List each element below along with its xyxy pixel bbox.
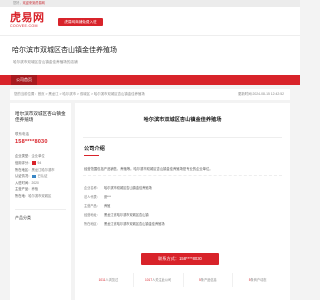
welcome-prefix: 您好， — [13, 1, 23, 5]
info-key: 信用评分： — [15, 161, 32, 165]
product-category-heading: 产品分类 — [15, 214, 31, 220]
logo-sub-text: COOVEE.COM — [10, 24, 38, 28]
detail-value: 养殖 — [104, 204, 111, 208]
shop-title: 哈尔滨市双城区杏山镇金佳养殖场 — [12, 47, 117, 54]
detail-key: 所在地区： — [84, 222, 100, 226]
company-intro-text: 经营范围包括产品销售、养殖等。哈尔滨市双城区杏山镇金佳养殖场是专业的企业单位。 — [84, 167, 213, 171]
main-company-title: 哈尔滨市双城区杏山镇金佳养殖场 — [143, 117, 222, 123]
company-stats: 1011人浏览过 1017人关注此公司 5条产品信息 5条商户动态 — [84, 273, 282, 287]
info-row-joined: 入驻时间：2020 — [15, 180, 71, 187]
verified-badge-icon — [32, 174, 37, 179]
phone-number[interactable]: 158****8030 — [15, 139, 71, 145]
breadcrumb-text[interactable]: 您的当前位置：首页 > 黑龙江 > 哈尔滨市 > 双城区 > 哈尔滨市双城区杏山… — [14, 92, 145, 96]
detail-row-region: 所在地区： 黑龙江省哈尔滨市双城区杏山镇金佳养殖场 — [84, 220, 290, 229]
divider — [83, 137, 282, 138]
phone-label: 联系电话 — [15, 132, 29, 137]
stat-updates: 5条商户动态 — [233, 273, 282, 287]
contact-phone: 158****8030 — [179, 256, 202, 261]
info-row-product: 主营产品：养殖 — [15, 186, 71, 193]
shop-navbar: 公司首页 — [0, 75, 300, 85]
detail-key: 主营产品： — [84, 204, 100, 208]
detail-row-legal: 法人代表： 张*** — [84, 193, 290, 202]
breadcrumb: 您的当前位置：首页 > 黑龙江 > 哈尔滨市 > 双城区 > 哈尔滨市双城区杏山… — [10, 89, 290, 100]
divider — [83, 175, 282, 176]
logo-main-text: 虎易网 — [10, 11, 45, 24]
info-row-verified: 认证情况： 已认证 — [15, 173, 71, 180]
company-main-panel: 哈尔滨市双城区杏山镇金佳养殖场 公司介绍 经营范围包括产品销售、养殖等。哈尔滨市… — [75, 103, 290, 300]
info-value: 哈尔滨市双城区 — [28, 193, 52, 198]
stat-views: 1011人浏览过 — [84, 273, 134, 287]
info-value: 养殖 — [31, 187, 39, 192]
info-value: 企业单位 — [31, 154, 45, 159]
company-sidebar: 哈尔滨市双城区杏山镇金佳养殖场 联系电话 158****8030 企业类型：企业… — [10, 103, 71, 300]
company-info-list: 企业类型：企业单位 信用评分： 94 所在地区：黑龙江哈尔滨市 认证情况： 已认证 … — [15, 153, 71, 199]
info-key: 企业类型： — [15, 154, 32, 159]
detail-row-name: 企业名称： 哈尔滨市双城区杏山镇金佳养殖场 — [84, 184, 290, 193]
info-row-score: 信用评分： 94 — [15, 160, 71, 167]
sidebar-company-name: 哈尔滨市双城区杏山镇金佳养殖场 — [15, 111, 66, 123]
info-key: 认证情况： — [15, 174, 32, 179]
section-underline — [84, 155, 99, 156]
stat-label: 人浏览过 — [105, 278, 119, 282]
detail-value: 黑龙江省哈尔滨市双城区杏山镇金佳养殖场 — [104, 222, 165, 226]
info-key: 入驻时间： — [15, 180, 32, 185]
divider — [15, 208, 66, 210]
detail-value: 张*** — [104, 195, 111, 199]
info-value: 黑龙江哈尔滨市 — [31, 167, 55, 172]
nav-item-home[interactable]: 公司首页 — [11, 75, 37, 85]
site-logo[interactable]: 虎易网 COOVEE.COM — [10, 11, 50, 31]
site-header: 虎易网 COOVEE.COM 虎易网商铺免费入驻 — [0, 7, 300, 35]
shop-banner: 哈尔滨市双城区杏山镇金佳养殖场 哈尔滨市双城区杏山镇金佳养殖场的店铺 — [0, 35, 300, 75]
top-welcome-bar: 您好，欢迎来到虎易网 — [0, 0, 300, 7]
update-time: 更新时间:2024-08-15 12:42:52 — [238, 92, 284, 96]
detail-row-product: 主营产品： 养殖 — [84, 202, 290, 211]
info-key: 所在地区： — [15, 167, 32, 172]
info-value: 94 — [37, 161, 42, 165]
company-detail-list: 企业名称： 哈尔滨市双城区杏山镇金佳养殖场 法人代表： 张*** 主营产品： 养殖 经… — [84, 184, 290, 229]
stat-label: 条商户动态 — [250, 278, 267, 282]
detail-key: 经营地址： — [84, 213, 100, 217]
score-badge-icon — [32, 161, 37, 165]
free-join-button[interactable]: 虎易网商铺免费入驻 — [58, 18, 103, 26]
info-key: 所在地： — [15, 193, 29, 198]
welcome-site-link[interactable]: 欢迎来到虎易网 — [23, 1, 45, 5]
stat-followers: 1017人关注此公司 — [134, 273, 184, 287]
stat-products: 5条产品信息 — [184, 273, 234, 287]
contact-button[interactable]: 联系方式：158****8030 — [141, 253, 219, 265]
info-row-location: 所在地：哈尔滨市双城区 — [15, 193, 71, 200]
stat-label: 条产品信息 — [200, 278, 217, 282]
shop-subtitle: 哈尔滨市双城区杏山镇金佳养殖场的店铺 — [13, 60, 78, 64]
detail-key: 企业名称： — [84, 186, 100, 190]
info-value: 2020 — [31, 180, 39, 185]
detail-value: 哈尔滨市双城区杏山镇金佳养殖场 — [104, 186, 152, 190]
info-row-type: 企业类型：企业单位 — [15, 153, 71, 160]
info-row-region: 所在地区：黑龙江哈尔滨市 — [15, 167, 71, 174]
info-value: 已认证 — [37, 174, 48, 179]
detail-key: 法人代表： — [84, 195, 100, 199]
detail-value: 黑龙江省哈尔滨市双城区杏山镇 — [104, 213, 149, 217]
detail-row-address: 经营地址： 黑龙江省哈尔滨市双城区杏山镇 — [84, 211, 290, 220]
info-key: 主营产品： — [15, 187, 32, 192]
stat-label: 人关注此公司 — [152, 278, 172, 282]
contact-label: 联系方式 — [158, 256, 175, 261]
intro-section-title: 公司介绍 — [84, 146, 105, 152]
